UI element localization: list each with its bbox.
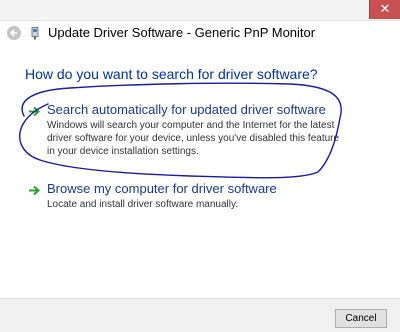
dialog-footer: Cancel	[0, 298, 400, 332]
browse-computer-option[interactable]: Browse my computer for driver software L…	[28, 181, 328, 211]
back-arrow-icon	[10, 29, 17, 37]
dialog-content: How do you want to search for driver sof…	[0, 57, 400, 298]
page-heading: How do you want to search for driver sof…	[25, 66, 318, 82]
window-top-strip	[0, 0, 400, 21]
search-automatically-option[interactable]: Search automatically for updated driver …	[28, 102, 339, 162]
close-button[interactable]: ✕	[369, 0, 400, 19]
option-title: Browse my computer for driver software	[47, 181, 277, 196]
option-description: Locate and install driver software manua…	[47, 199, 239, 210]
device-manager-icon	[31, 27, 39, 40]
option-title: Search automatically for updated driver …	[47, 102, 326, 117]
close-icon: ✕	[379, 2, 391, 17]
update-driver-dialog: ✕ Update Driver Software - Generic PnP M…	[0, 0, 400, 332]
back-button[interactable]	[7, 26, 21, 40]
window-title: Update Driver Software - Generic PnP Mon…	[48, 25, 316, 40]
green-arrow-icon	[29, 106, 41, 117]
green-arrow-icon	[29, 185, 41, 196]
cancel-button[interactable]: Cancel	[335, 309, 387, 328]
option-description: Windows will search your computer and th…	[47, 120, 340, 157]
title-bar: ✕ Update Driver Software - Generic PnP M…	[0, 0, 400, 57]
